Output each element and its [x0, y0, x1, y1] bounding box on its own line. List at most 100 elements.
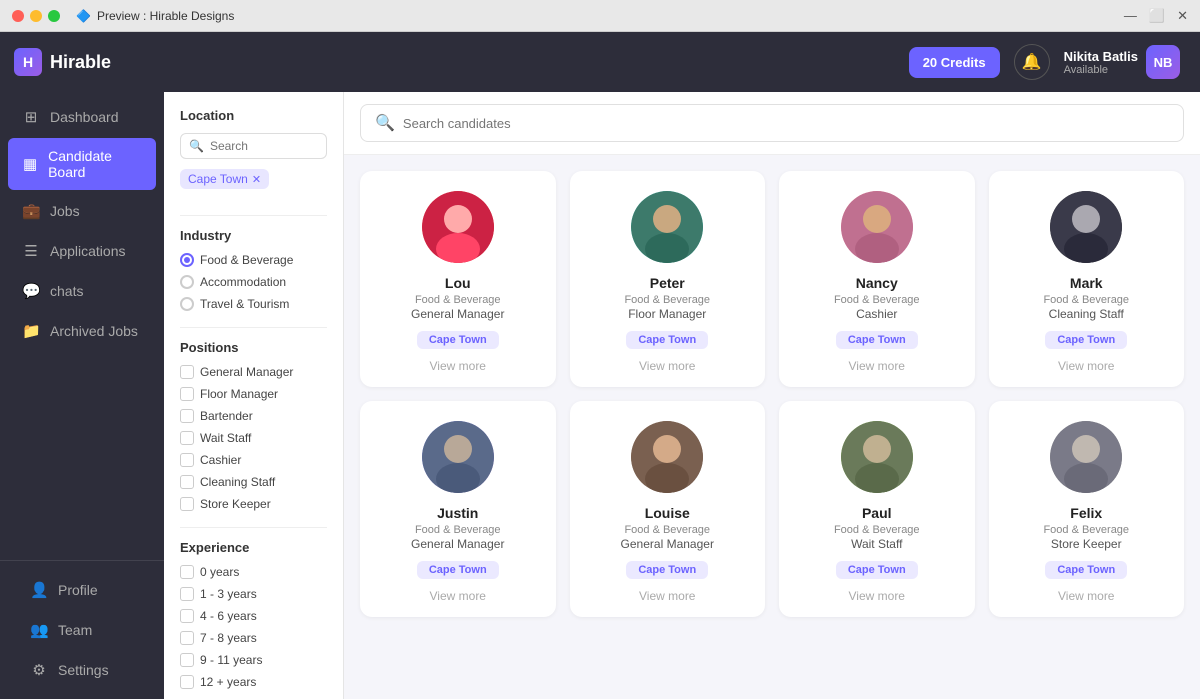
exp-0-years[interactable]: 0 years [180, 565, 327, 579]
checkbox-store-keeper[interactable] [180, 497, 194, 511]
industry-option-1[interactable]: Accommodation [180, 275, 327, 289]
candidates-grid: Lou Food & Beverage General Manager Cape… [344, 155, 1200, 699]
exp-label-4: 9 - 11 years [200, 653, 262, 667]
radio-travel-tourism[interactable] [180, 297, 194, 311]
sidebar-item-profile[interactable]: 👤 Profile [16, 571, 148, 609]
checkbox-9-11-years[interactable] [180, 653, 194, 667]
exp-7-8-years[interactable]: 7 - 8 years [180, 631, 327, 645]
sidebar-item-dashboard[interactable]: ⊞ Dashboard [8, 98, 156, 136]
top-bar: 20 Credits 🔔 Nikita Batlis Available NB [164, 32, 1200, 92]
view-more-felix[interactable]: View more [1058, 589, 1114, 603]
view-more-lou[interactable]: View more [430, 359, 486, 373]
candidate-card-peter[interactable]: Peter Food & Beverage Floor Manager Cape… [570, 171, 766, 387]
exp-4-6-years[interactable]: 4 - 6 years [180, 609, 327, 623]
candidate-name-louise: Louise [645, 505, 690, 521]
team-icon: 👥 [30, 621, 48, 639]
window-controls[interactable] [12, 10, 60, 22]
positions-options: General Manager Floor Manager Bartender … [180, 365, 327, 511]
candidate-industry-felix: Food & Beverage [1043, 524, 1129, 536]
candidate-name-peter: Peter [650, 275, 685, 291]
position-store-keeper[interactable]: Store Keeper [180, 497, 327, 511]
industry-option-0[interactable]: Food & Beverage [180, 253, 327, 267]
applications-icon: ☰ [22, 242, 40, 260]
close-button[interactable] [12, 10, 24, 22]
checkbox-cleaning-staff[interactable] [180, 475, 194, 489]
sidebar-item-team[interactable]: 👥 Team [16, 611, 148, 649]
sidebar-label-jobs: Jobs [50, 203, 80, 219]
candidate-card-nancy[interactable]: Nancy Food & Beverage Cashier Cape Town … [779, 171, 975, 387]
close-icon[interactable]: ✕ [1177, 8, 1188, 24]
sidebar-item-candidate-board[interactable]: ▦ Candidate Board [8, 138, 156, 190]
exp-1-3-years[interactable]: 1 - 3 years [180, 587, 327, 601]
position-cleaning-staff[interactable]: Cleaning Staff [180, 475, 327, 489]
experience-title: Experience [180, 540, 327, 555]
checkbox-1-3-years[interactable] [180, 587, 194, 601]
candidate-card-louise[interactable]: Louise Food & Beverage General Manager C… [570, 401, 766, 617]
checkbox-wait-staff[interactable] [180, 431, 194, 445]
position-label-1: Floor Manager [200, 387, 278, 401]
sidebar-item-jobs[interactable]: 💼 Jobs [8, 192, 156, 230]
candidate-avatar-justin [422, 421, 494, 493]
candidate-location-justin: Cape Town [417, 561, 499, 579]
view-more-paul[interactable]: View more [849, 589, 905, 603]
position-floor-manager[interactable]: Floor Manager [180, 387, 327, 401]
sidebar-item-archived-jobs[interactable]: 📁 Archived Jobs [8, 312, 156, 350]
search-input[interactable] [403, 116, 1169, 131]
view-more-justin[interactable]: View more [430, 589, 486, 603]
position-bartender[interactable]: Bartender [180, 409, 327, 423]
radio-accommodation[interactable] [180, 275, 194, 289]
minimize-button[interactable] [30, 10, 42, 22]
candidate-industry-louise: Food & Beverage [624, 524, 710, 536]
candidate-card-paul[interactable]: Paul Food & Beverage Wait Staff Cape Tow… [779, 401, 975, 617]
industry-options: Food & Beverage Accommodation Travel & T… [180, 253, 327, 311]
sidebar-label-candidate-board: Candidate Board [48, 148, 142, 180]
candidate-location-lou: Cape Town [417, 331, 499, 349]
checkbox-4-6-years[interactable] [180, 609, 194, 623]
radio-food-beverage[interactable] [180, 253, 194, 267]
location-search-input[interactable] [210, 139, 318, 153]
position-general-manager[interactable]: General Manager [180, 365, 327, 379]
position-cashier[interactable]: Cashier [180, 453, 327, 467]
active-location-filter[interactable]: Cape Town ✕ [180, 169, 269, 189]
checkbox-general-manager[interactable] [180, 365, 194, 379]
user-avatar[interactable]: NB [1146, 45, 1180, 79]
checkbox-bartender[interactable] [180, 409, 194, 423]
exp-12-plus-years[interactable]: 12 + years [180, 675, 327, 689]
checkbox-0-years[interactable] [180, 565, 194, 579]
maximize-button[interactable] [48, 10, 60, 22]
candidate-card-lou[interactable]: Lou Food & Beverage General Manager Cape… [360, 171, 556, 387]
exp-9-11-years[interactable]: 9 - 11 years [180, 653, 327, 667]
industry-option-2[interactable]: Travel & Tourism [180, 297, 327, 311]
view-more-peter[interactable]: View more [639, 359, 695, 373]
sidebar-item-applications[interactable]: ☰ Applications [8, 232, 156, 270]
candidate-role-felix: Store Keeper [1051, 537, 1122, 551]
view-more-nancy[interactable]: View more [849, 359, 905, 373]
position-wait-staff[interactable]: Wait Staff [180, 431, 327, 445]
sidebar-item-chats[interactable]: 💬 chats [8, 272, 156, 310]
view-more-louise[interactable]: View more [639, 589, 695, 603]
sidebar-label-team: Team [58, 622, 92, 638]
chats-icon: 💬 [22, 282, 40, 300]
location-title: Location [180, 108, 327, 123]
minimize-icon[interactable]: — [1124, 8, 1137, 24]
credits-button[interactable]: 20 Credits [909, 47, 1000, 78]
view-more-mark[interactable]: View more [1058, 359, 1114, 373]
checkbox-12-plus[interactable] [180, 675, 194, 689]
exp-label-3: 7 - 8 years [200, 631, 257, 645]
checkbox-floor-manager[interactable] [180, 387, 194, 401]
sidebar-label-applications: Applications [50, 243, 126, 259]
candidate-card-felix[interactable]: Felix Food & Beverage Store Keeper Cape … [989, 401, 1185, 617]
candidate-card-justin[interactable]: Justin Food & Beverage General Manager C… [360, 401, 556, 617]
candidate-industry-mark: Food & Beverage [1043, 294, 1129, 306]
sidebar-item-settings[interactable]: ⚙ Settings [16, 651, 148, 689]
window-action-controls[interactable]: — ⬜ ✕ [1124, 8, 1188, 24]
notifications-button[interactable]: 🔔 [1014, 44, 1050, 80]
location-search[interactable]: 🔍 [180, 133, 327, 159]
restore-icon[interactable]: ⬜ [1149, 8, 1165, 24]
candidate-role-paul: Wait Staff [851, 537, 902, 551]
remove-filter-button[interactable]: ✕ [252, 173, 261, 186]
position-label-4: Cashier [200, 453, 241, 467]
candidate-card-mark[interactable]: Mark Food & Beverage Cleaning Staff Cape… [989, 171, 1185, 387]
checkbox-cashier[interactable] [180, 453, 194, 467]
checkbox-7-8-years[interactable] [180, 631, 194, 645]
